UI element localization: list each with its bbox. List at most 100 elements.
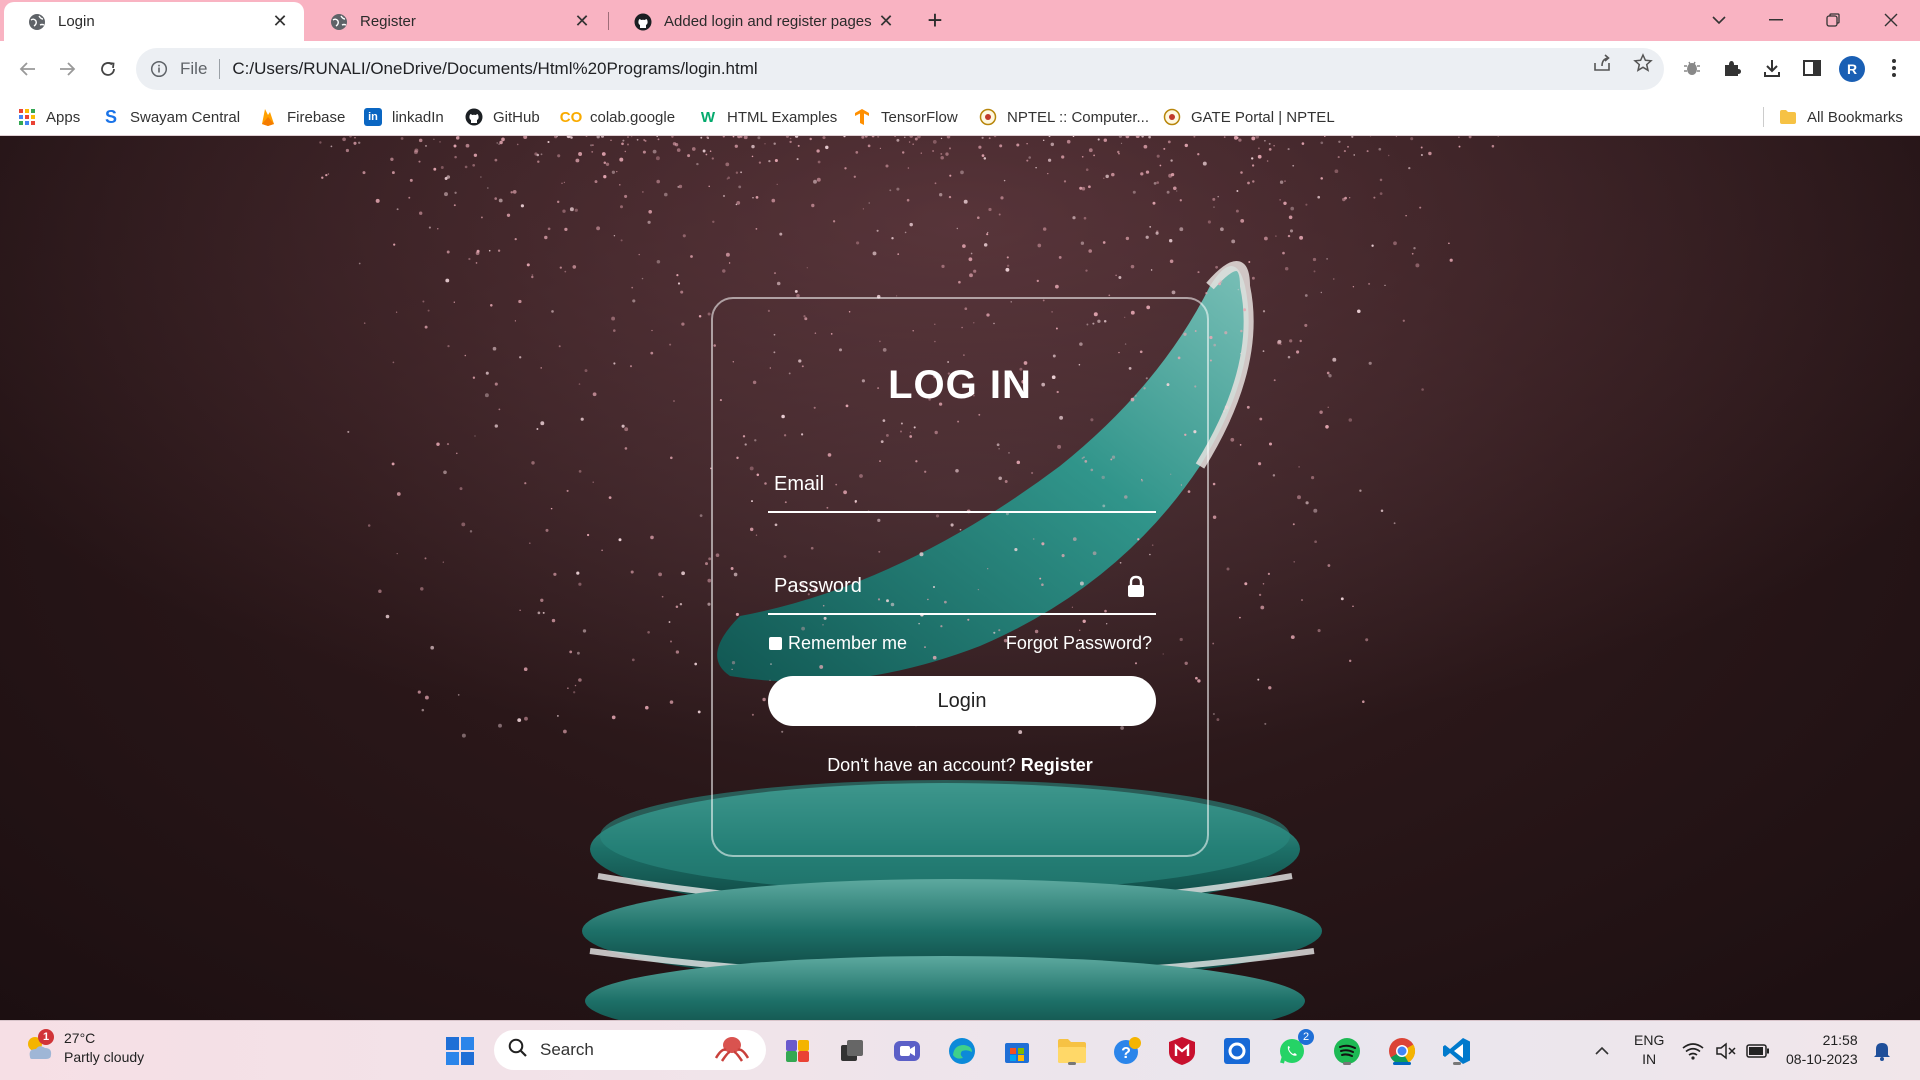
sparkle-particle — [1080, 241, 1085, 245]
site-info-icon[interactable] — [150, 60, 168, 78]
bookmark-swayam[interactable]: S Swayam Central — [102, 105, 240, 129]
address-bar[interactable]: File C:/Users/RUNALI/OneDrive/Documents/… — [136, 48, 1664, 90]
battery-icon[interactable] — [1744, 1033, 1772, 1069]
email-field[interactable]: Email — [768, 457, 1156, 513]
tab-github[interactable]: Added login and register pages ✕ — [610, 2, 910, 41]
tab-register[interactable]: Register ✕ — [306, 2, 606, 41]
login-button[interactable]: Login — [768, 676, 1156, 726]
bookmark-linkedin[interactable]: in linkadIn — [364, 105, 444, 129]
close-tab-icon[interactable]: ✕ — [270, 11, 290, 32]
sparkle-particle — [906, 198, 910, 202]
sparkle-particle — [657, 138, 660, 141]
sparkle-particle — [424, 325, 428, 329]
task-view-icon[interactable] — [834, 1033, 870, 1069]
vscode-icon[interactable] — [1439, 1033, 1475, 1069]
sparkle-particle — [705, 153, 708, 156]
sparkle-particle — [1292, 164, 1295, 167]
sparkle-particle — [531, 461, 535, 465]
bookmark-tensorflow[interactable]: TensorFlow — [853, 105, 958, 129]
restore-button[interactable] — [1810, 4, 1856, 36]
app-blue-square-icon[interactable] — [1219, 1033, 1255, 1069]
share-icon[interactable] — [1591, 52, 1613, 74]
remember-me[interactable]: Remember me — [769, 633, 907, 654]
bookmark-nptel-computer[interactable]: NPTEL :: Computer... — [979, 105, 1149, 129]
whatsapp-icon[interactable]: 2 — [1274, 1029, 1314, 1069]
download-icon[interactable] — [1760, 56, 1784, 80]
start-button[interactable] — [442, 1033, 478, 1069]
bookmark-label: NPTEL :: Computer... — [1007, 108, 1149, 126]
sparkle-particle — [1163, 147, 1166, 150]
sparkle-particle — [1290, 206, 1295, 211]
bookmark-gate-portal[interactable]: GATE Portal | NPTEL — [1163, 105, 1335, 129]
bookmark-github[interactable]: GitHub — [465, 105, 540, 129]
bug-extension-icon[interactable] — [1680, 56, 1704, 80]
sparkle-particle — [580, 417, 584, 421]
show-hidden-icons-chevron-icon[interactable] — [1584, 1033, 1620, 1069]
back-button[interactable] — [14, 55, 42, 83]
microsoft-store-icon[interactable] — [999, 1033, 1035, 1069]
reload-button[interactable] — [94, 55, 122, 83]
sparkle-particle — [422, 300, 425, 303]
extensions-puzzle-icon[interactable] — [1720, 56, 1744, 80]
bookmark-html-examples[interactable]: W HTML Examples — [699, 105, 837, 129]
sparkle-particle — [1170, 159, 1173, 162]
bookmark-star-icon[interactable] — [1632, 52, 1654, 74]
volume-muted-icon[interactable] — [1712, 1033, 1740, 1069]
close-window-button[interactable] — [1868, 4, 1914, 36]
sparkle-particle — [680, 290, 684, 294]
sparkle-particle — [1491, 144, 1495, 148]
forgot-password-link[interactable]: Forgot Password? — [1006, 633, 1152, 654]
minimize-button[interactable] — [1753, 4, 1799, 36]
edge-icon[interactable] — [944, 1033, 980, 1069]
globe-icon — [330, 13, 348, 31]
sparkle-particle — [809, 137, 812, 141]
url-text[interactable]: C:/Users/RUNALI/OneDrive/Documents/Html%… — [232, 59, 757, 79]
sparkle-particle — [650, 535, 654, 540]
get-help-icon[interactable]: ? — [1109, 1033, 1145, 1069]
sparkle-particle — [496, 142, 498, 144]
sparkle-particle — [480, 176, 482, 178]
sparkle-particle — [624, 447, 628, 450]
file-explorer-icon[interactable] — [1054, 1033, 1090, 1069]
chrome-icon[interactable] — [1384, 1033, 1420, 1069]
notification-bell-icon[interactable] — [1868, 1033, 1896, 1069]
taskbar-search[interactable]: Search — [494, 1030, 766, 1070]
forward-button[interactable] — [53, 55, 81, 83]
sparkle-particle — [1026, 143, 1028, 145]
mcafee-icon[interactable] — [1164, 1033, 1200, 1069]
sparkle-particle — [1235, 209, 1239, 213]
close-tab-icon[interactable]: ✕ — [572, 11, 592, 32]
sparkle-particle — [1420, 146, 1423, 149]
sparkle-particle — [433, 138, 435, 141]
sparkle-particle — [1264, 722, 1267, 725]
password-field[interactable]: Password — [768, 559, 1156, 615]
menu-kebab-icon[interactable] — [1882, 56, 1906, 80]
side-panel-icon[interactable] — [1800, 56, 1824, 80]
sparkle-particle — [1103, 177, 1105, 180]
system-clock[interactable]: 21:58 08-10-2023 — [1786, 1031, 1858, 1069]
bookmark-firebase[interactable]: Firebase — [259, 105, 345, 129]
sparkle-particle — [1411, 252, 1414, 255]
sparkle-particle — [537, 611, 541, 615]
bookmark-apps[interactable]: Apps — [18, 105, 80, 129]
sparkle-particle — [445, 278, 450, 283]
all-bookmarks-button[interactable]: All Bookmarks — [1779, 105, 1903, 129]
teams-meet-icon[interactable] — [889, 1033, 925, 1069]
language-indicator[interactable]: ENG IN — [1634, 1031, 1664, 1069]
tab-login[interactable]: Login ✕ — [4, 2, 304, 41]
weather-widget[interactable]: 1 27°C Partly cloudy — [22, 1029, 144, 1067]
sparkle-particle — [1264, 236, 1268, 241]
tab-search-icon[interactable] — [1696, 4, 1742, 36]
close-tab-icon[interactable]: ✕ — [876, 11, 896, 32]
remember-me-checkbox[interactable] — [769, 637, 782, 650]
sparkle-particle — [867, 144, 871, 148]
sparkle-particle — [727, 176, 730, 180]
register-link[interactable]: Register — [1021, 755, 1093, 775]
bookmark-colab[interactable]: CO colab.google — [560, 105, 675, 129]
profile-avatar[interactable]: R — [1839, 56, 1865, 82]
wifi-icon[interactable] — [1679, 1033, 1707, 1069]
copilot-icon[interactable] — [780, 1033, 816, 1069]
new-tab-button[interactable]: + — [920, 6, 950, 36]
spotify-icon[interactable] — [1329, 1033, 1365, 1069]
sparkle-particle — [813, 179, 817, 184]
